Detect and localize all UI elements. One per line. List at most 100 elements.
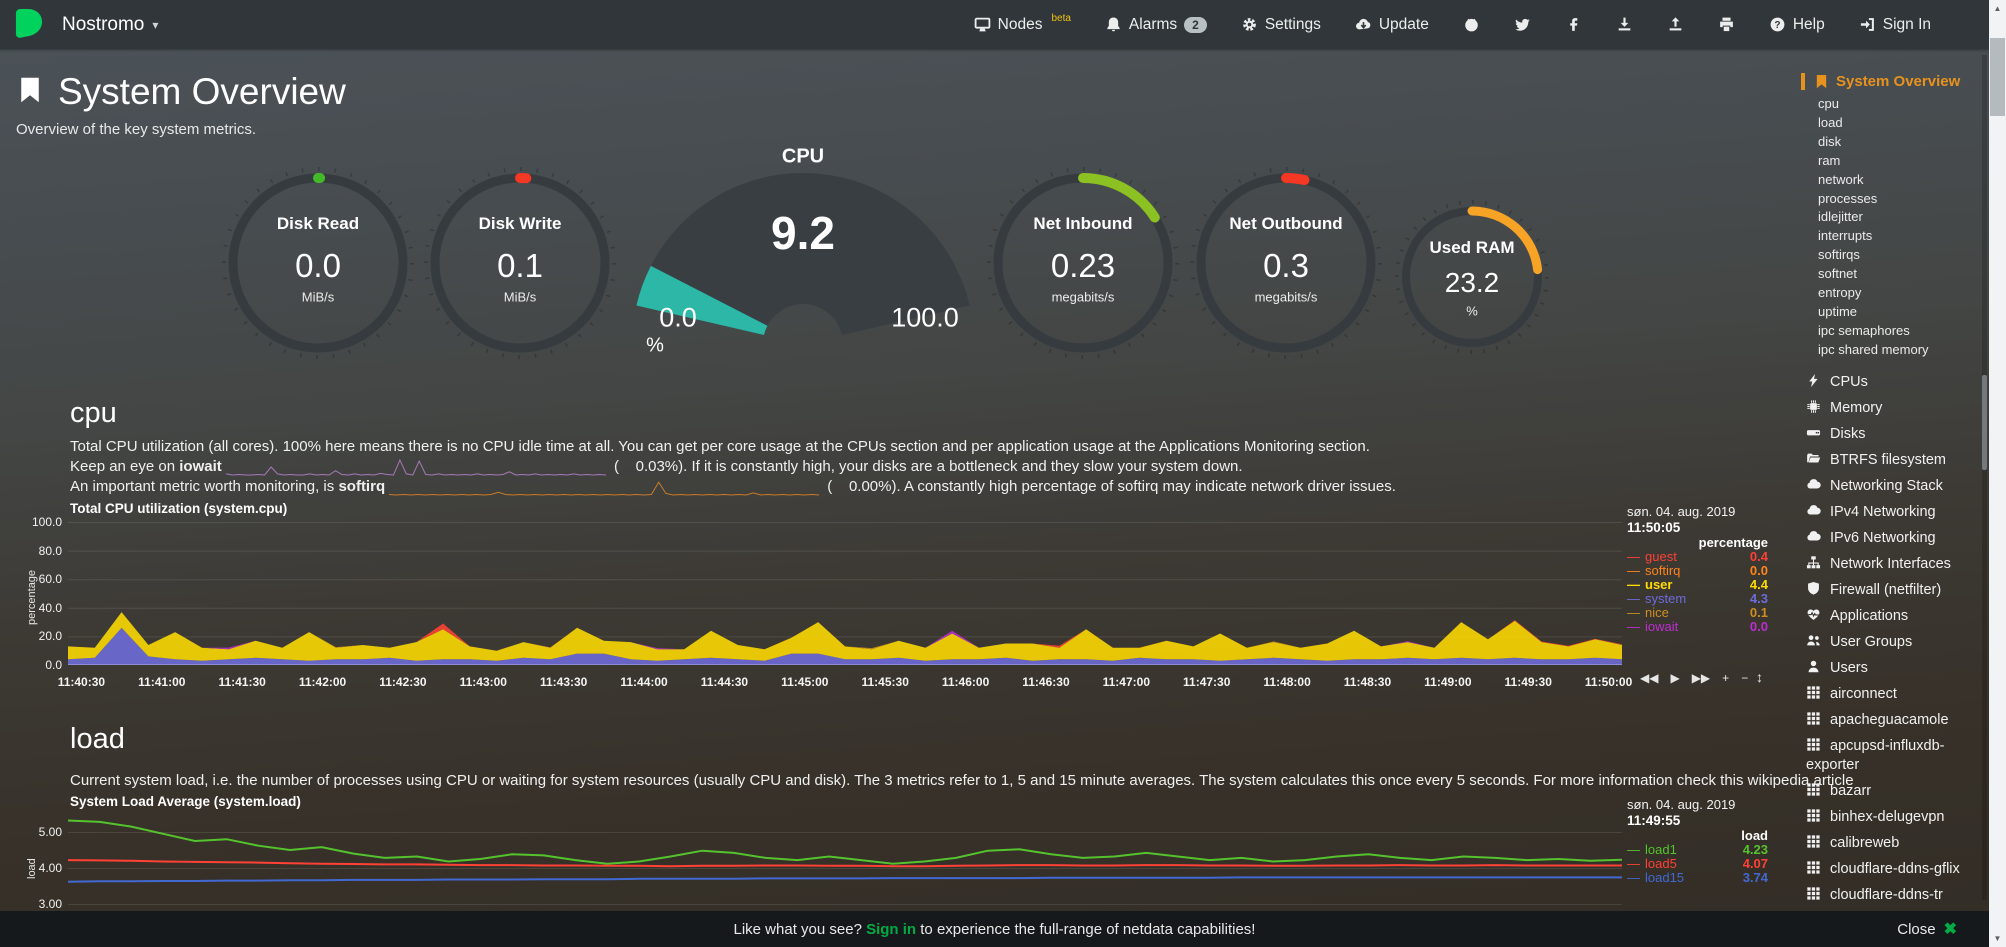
sidebar-item-system-overview[interactable]: System Overview: [1801, 73, 1986, 90]
gauge-net-inbound-value: 0.23: [1051, 247, 1115, 285]
nav-download[interactable]: [1616, 16, 1633, 33]
gauge-cpu-chart[interactable]: [615, 164, 995, 374]
grid-icon: [1806, 737, 1821, 752]
grid-icon: [1806, 711, 1821, 726]
sidebar-section-label: cloudflare-ddns-gflix: [1830, 861, 1960, 877]
scroll-down-arrow-icon[interactable]: ▼: [1989, 930, 2006, 947]
sidebar-item-cpus[interactable]: CPUs: [1800, 373, 1986, 399]
load-legend-row-load1[interactable]: —load14.23: [1627, 842, 1768, 856]
sidebar-item-users[interactable]: Users: [1800, 659, 1986, 685]
sidebar-item-firewall-netfilter-[interactable]: Firewall (netfilter): [1800, 581, 1986, 607]
load-legend-row-load15[interactable]: —load153.74: [1627, 870, 1768, 884]
sidebar-subitem-idlejitter[interactable]: idlejitter: [1800, 208, 1986, 227]
cpu-toolbox-zoom-out-button[interactable]: −: [1741, 671, 1748, 685]
sidebar-section-label: apacheguacamole: [1830, 712, 1949, 728]
load-legend-row-load5[interactable]: —load54.07: [1627, 856, 1768, 870]
cpu-toolbox-zoom-in-button[interactable]: +: [1722, 671, 1729, 685]
sidebar-item-bazarr[interactable]: bazarr: [1800, 782, 1986, 808]
load-yaxis-title: load: [26, 858, 38, 879]
nav-update[interactable]: Update: [1355, 16, 1429, 34]
cpu-chart-resize-handle[interactable]: ↕: [1756, 669, 1763, 685]
footer-signin-link[interactable]: Sign in: [866, 921, 916, 938]
sidebar-item-apcupsd-influxdb-exporter[interactable]: apcupsd-influxdb-exporter: [1800, 737, 1986, 782]
sidebar-item-user-groups[interactable]: User Groups: [1800, 633, 1986, 659]
sidebar-subitem-softirqs[interactable]: softirqs: [1800, 246, 1986, 265]
sidebar-item-memory[interactable]: Memory: [1800, 399, 1986, 425]
sitemap-icon: [1806, 555, 1821, 570]
sidebar-item-airconnect[interactable]: airconnect: [1800, 685, 1986, 711]
nav-upload[interactable]: [1667, 16, 1684, 33]
legend-name-load15: load15: [1645, 870, 1743, 885]
hostname-menu[interactable]: Nostromo ▾: [62, 14, 158, 36]
legend-name-system: system: [1645, 591, 1750, 606]
sidebar-subitem-entropy[interactable]: entropy: [1800, 284, 1986, 303]
footer-text-suffix: to experience the full-range of netdata …: [916, 921, 1255, 938]
sidebar-item-applications[interactable]: Applications: [1800, 607, 1986, 633]
cpu-toolbox-pan-backward-button[interactable]: ◀◀: [1640, 671, 1658, 685]
sidebar-subitem-ipc-shared-memory[interactable]: ipc shared memory: [1800, 341, 1986, 360]
cpu-chart-time: 11:50:05: [1627, 520, 1680, 535]
sidebar-subitem-ram[interactable]: ram: [1800, 152, 1986, 171]
nav-github[interactable]: [1463, 16, 1480, 33]
svg-text:?: ?: [1774, 20, 1780, 31]
sidebar-subitem-softnet[interactable]: softnet: [1800, 265, 1986, 284]
sidebar-subitem-interrupts[interactable]: interrupts: [1800, 227, 1986, 246]
cpu-toolbox-pan-forward-button[interactable]: ▶▶: [1692, 671, 1710, 685]
legend-value-iowait: 0.0: [1750, 619, 1768, 634]
sidebar-item-networking-stack[interactable]: Networking Stack: [1800, 477, 1986, 503]
sidebar-subitem-uptime[interactable]: uptime: [1800, 303, 1986, 322]
load-chart-canvas[interactable]: [68, 819, 1622, 911]
cpu-toolbox-play-button[interactable]: ▶: [1670, 671, 1679, 685]
cpu-legend-row-softirq[interactable]: —softirq0.0: [1627, 563, 1768, 577]
netdata-logo-icon[interactable]: [12, 7, 46, 43]
cpu-chart-canvas[interactable]: [68, 522, 1622, 665]
window-scrollbar[interactable]: ▲ ▼: [1989, 0, 2006, 947]
nav-twitter[interactable]: [1514, 16, 1531, 33]
nav-nodes-beta-badge: beta: [1051, 13, 1070, 24]
load-chart-title: System Load Average (system.load): [70, 794, 301, 809]
users-icon: [1806, 633, 1821, 648]
nav-alarms[interactable]: Alarms2: [1105, 16, 1207, 34]
sidebar-item-ipv6-networking[interactable]: IPv6 Networking: [1800, 529, 1986, 555]
nav-nodes[interactable]: Nodesbeta: [974, 16, 1071, 34]
sidebar-item-cloudflare-ddns-gflix[interactable]: cloudflare-ddns-gflix: [1800, 860, 1986, 886]
footer-close-button[interactable]: Close ✖: [1897, 919, 1957, 939]
cpu-legend-row-user[interactable]: —user4.4: [1627, 577, 1768, 591]
sidebar-subitem-load[interactable]: load: [1800, 114, 1986, 133]
sidebar-item-cloudflare-ddns-tr[interactable]: cloudflare-ddns-tr: [1800, 886, 1986, 912]
gauge-net-outbound-unit: megabits/s: [1255, 290, 1318, 305]
scroll-up-arrow-icon[interactable]: ▲: [1989, 0, 2006, 17]
cpu-legend-row-iowait[interactable]: —iowait0.0: [1627, 619, 1768, 633]
window-scroll-thumb[interactable]: [1990, 38, 2005, 116]
sidebar-item-disks[interactable]: Disks: [1800, 425, 1986, 451]
legend-swatch-softirq: —: [1627, 563, 1641, 578]
nav-print[interactable]: [1718, 16, 1735, 33]
sidebar-item-apacheguacamole[interactable]: apacheguacamole: [1800, 711, 1986, 737]
sidebar-item-binhex-delugevpn[interactable]: binhex-delugevpn: [1800, 808, 1986, 834]
cpu-legend-row-nice[interactable]: —nice0.1: [1627, 605, 1768, 619]
nav-signin[interactable]: Sign In: [1859, 16, 1931, 34]
cpu-xtick-18: 11:49:30: [1505, 675, 1552, 689]
legend-value-user: 4.4: [1750, 577, 1768, 592]
nav-facebook[interactable]: [1565, 16, 1582, 33]
nav-alarms-label: Alarms: [1129, 16, 1177, 34]
sidebar-item-ipv4-networking[interactable]: IPv4 Networking: [1800, 503, 1986, 529]
footer-banner: Like what you see? Sign in to experience…: [0, 911, 1989, 947]
sidebar-subitem-disk[interactable]: disk: [1800, 133, 1986, 152]
nav-settings[interactable]: Settings: [1241, 16, 1321, 34]
nav-help[interactable]: ?Help: [1769, 16, 1825, 34]
sidebar-subitem-processes[interactable]: processes: [1800, 190, 1986, 209]
sidebar-item-calibreweb[interactable]: calibreweb: [1800, 834, 1986, 860]
cpu-xtick-19: 11:50:00: [1585, 675, 1632, 689]
cpu-legend-row-system[interactable]: —system4.3: [1627, 591, 1768, 605]
sidebar-item-network-interfaces[interactable]: Network Interfaces: [1800, 555, 1986, 581]
sidebar-subitem-ipc-semaphores[interactable]: ipc semaphores: [1800, 322, 1986, 341]
cpu-xtick-9: 11:45:00: [781, 675, 828, 689]
cpu-legend-row-guest[interactable]: —guest0.4: [1627, 549, 1768, 563]
cpu-xtick-6: 11:43:30: [540, 675, 587, 689]
sidebar-item-btrfs-filesystem[interactable]: BTRFS filesystem: [1800, 451, 1986, 477]
gauge-net-outbound-value: 0.3: [1263, 247, 1309, 285]
sidebar-subitem-network[interactable]: network: [1800, 171, 1986, 190]
cpu-xtick-10: 11:45:30: [862, 675, 909, 689]
sidebar-subitem-cpu[interactable]: cpu: [1800, 95, 1986, 114]
